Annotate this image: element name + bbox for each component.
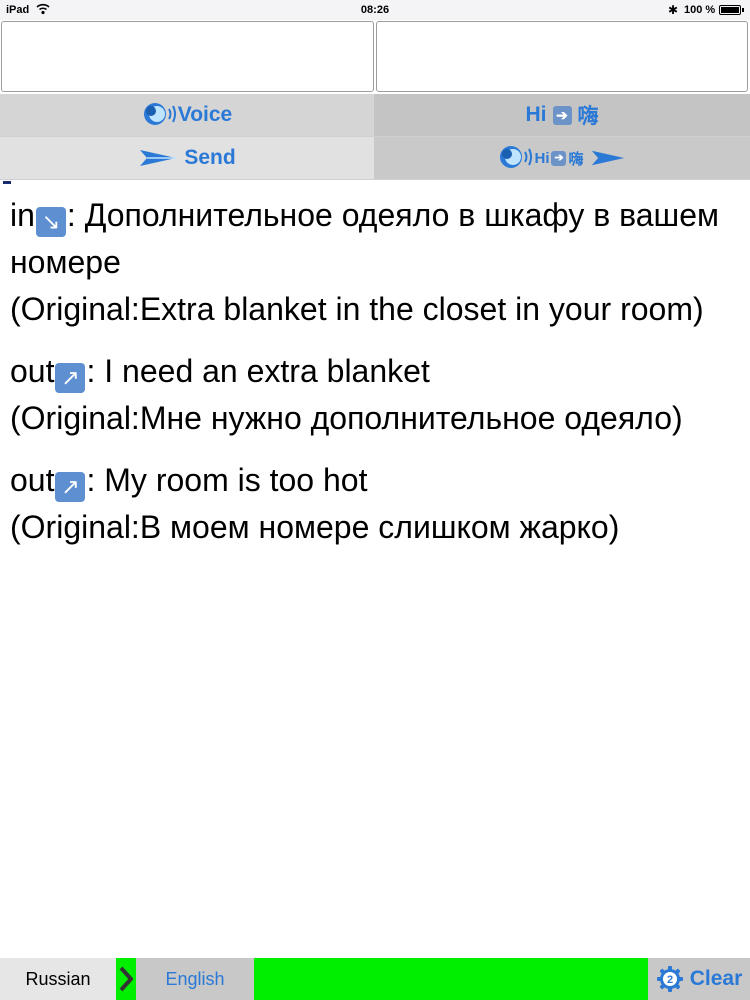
- hi-target-label: 嗨: [577, 105, 599, 128]
- combo-hi-label: Hi: [534, 149, 550, 167]
- clock: 08:26: [360, 4, 390, 16]
- conversation-entry: in ↘: Дополнительное одеяло в шкафу в ваш…: [10, 192, 740, 333]
- conversation-entry: out ↗: My room is too hot (Original:В мое…: [10, 457, 740, 551]
- entry-text: : Дополнительное одеяло в шкафу в вашем …: [10, 197, 720, 280]
- arrow-down-right-icon: ↘: [35, 207, 66, 237]
- conversation-log: in ↘: Дополнительное одеяло в шкафу в ваш…: [10, 192, 740, 566]
- arrow-up-right-icon: ↗: [55, 472, 86, 502]
- direction-label: in: [10, 197, 35, 233]
- gear-badge-icon: 2: [656, 966, 683, 992]
- send-button[interactable]: Send: [0, 137, 374, 180]
- source-text-input[interactable]: [1, 21, 374, 92]
- combo-target-label: 嗨: [568, 150, 584, 168]
- voice-bubble-icon: [500, 146, 533, 168]
- direction-label: out: [10, 353, 55, 389]
- direction-label: out: [10, 462, 55, 498]
- text-cursor: [3, 181, 11, 184]
- target-language-button[interactable]: English: [136, 958, 254, 1000]
- source-language-button[interactable]: Russian: [0, 958, 116, 1000]
- clear-button[interactable]: 2 Clear: [648, 958, 750, 1000]
- battery-percent: 100 %: [684, 4, 716, 16]
- send-button-label: Send: [184, 146, 236, 169]
- entry-original: (Original:В моем номере слишком жарко): [10, 509, 620, 545]
- voice-button-label: Voice: [177, 103, 233, 126]
- bottom-toolbar: Russian English 2 Clear: [0, 958, 750, 1000]
- battery-level: [721, 7, 739, 13]
- hi-label: Hi: [525, 103, 547, 126]
- quick-translate-button[interactable]: Hi ➔ 嗨: [374, 94, 750, 137]
- voice-translate-send-button[interactable]: Hi ➔ 嗨: [374, 137, 750, 180]
- clear-badge-count: 2: [667, 974, 673, 986]
- status-indicator: [254, 958, 648, 1000]
- arrow-right-icon: ➔: [551, 150, 567, 166]
- bluetooth-icon: ✱: [668, 3, 679, 17]
- clear-button-label: Clear: [689, 967, 743, 990]
- voice-button[interactable]: Voice: [0, 94, 374, 137]
- paper-plane-icon: [591, 150, 624, 166]
- conversation-entry: out ↗: I need an extra blanket (Original:…: [10, 348, 740, 442]
- status-bar: iPad 08:26 ✱ 100 %: [0, 0, 750, 20]
- translated-text-output[interactable]: [376, 21, 748, 92]
- chevron-right-icon: [119, 966, 133, 992]
- swap-language-button[interactable]: [116, 958, 136, 1000]
- entry-text: : My room is too hot: [86, 462, 368, 498]
- entry-original: (Original:Extra blanket in the closet in…: [10, 291, 704, 327]
- entry-original: (Original:Мне нужно дополнительное одеял…: [10, 400, 683, 436]
- paper-plane-icon: [140, 150, 177, 166]
- voice-bubble-icon: [143, 103, 176, 125]
- entry-text: : I need an extra blanket: [86, 353, 430, 389]
- battery-icon: [719, 5, 744, 15]
- arrow-right-icon: ➔: [552, 105, 572, 125]
- arrow-up-right-icon: ↗: [55, 363, 86, 393]
